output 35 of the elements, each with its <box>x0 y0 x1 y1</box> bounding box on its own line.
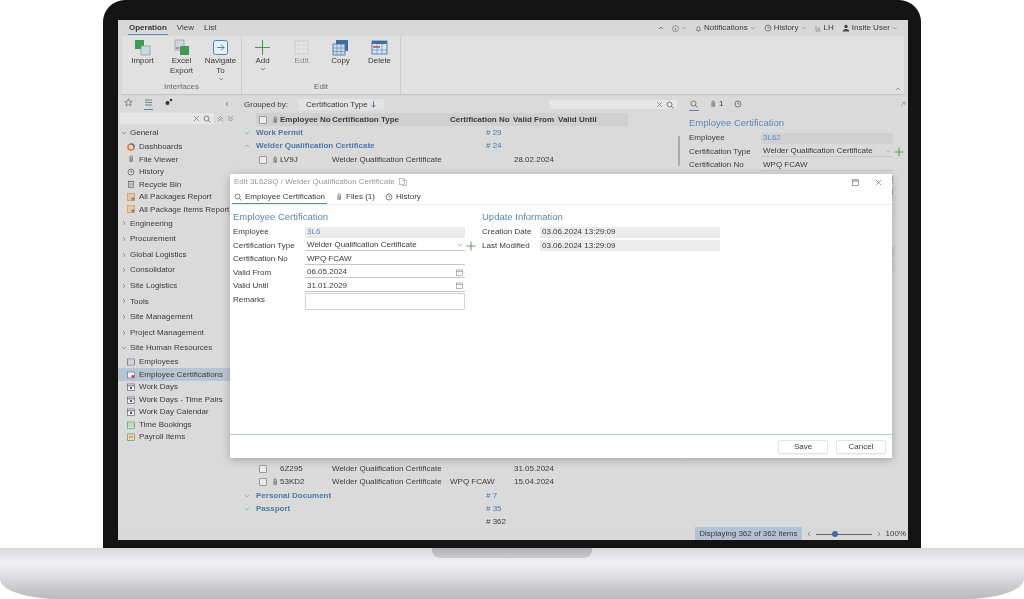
group-label: Edit <box>313 82 329 92</box>
field-label: Valid From <box>233 267 273 278</box>
field-label: Certification No <box>689 160 745 170</box>
table-cell-text: 6Z295 <box>280 463 304 474</box>
table-cell-text: Welder Qualification Certificate <box>332 154 443 165</box>
group-by-label: Grouped by: <box>244 99 289 110</box>
table-cell-text: Welder Qualification Certificate <box>332 463 443 474</box>
table-cell-text: 31.05.2024 <box>512 463 555 474</box>
table-cell-text: 53KD2 <box>280 477 306 488</box>
field-label: Certification No <box>233 254 289 264</box>
table-cell-text: WPQ FCAW <box>450 477 496 488</box>
field-label: Employee <box>689 133 726 143</box>
field-label: Last Modified <box>482 240 531 251</box>
zoom-level: 100% <box>885 529 906 539</box>
field-label: Creation Date <box>482 227 533 237</box>
total-count: # 362 <box>486 517 507 527</box>
field-label: Certification Type <box>233 240 296 251</box>
group-label: Interfaces <box>162 82 201 92</box>
section-title: Update Information <box>482 211 564 223</box>
table-cell-text: 15.04.2024 <box>512 477 555 488</box>
section-title: Employee Certification <box>233 211 330 223</box>
table-cell-text: 28.02.2024 <box>512 154 555 165</box>
dialog-title: Edit 3L628Q / Welder Qualification Certificate <box>234 177 395 187</box>
group-count: # 29 <box>486 127 502 138</box>
group-count: # 7 <box>486 490 498 501</box>
table-cell-text: LV9J <box>280 154 299 165</box>
field-label: Certification Type <box>689 146 752 157</box>
group-count: # 35 <box>486 504 502 515</box>
panel-title: Employee Certification <box>689 117 786 129</box>
group-count: # 24 <box>486 141 502 152</box>
field-label: Remarks <box>233 294 266 305</box>
item-count: Displaying 362 of 362 items <box>695 527 802 540</box>
field-label: Employee <box>233 227 270 237</box>
table-cell-text: Welder Qualification Certificate <box>332 477 443 488</box>
field-label: Valid Until <box>233 281 270 291</box>
